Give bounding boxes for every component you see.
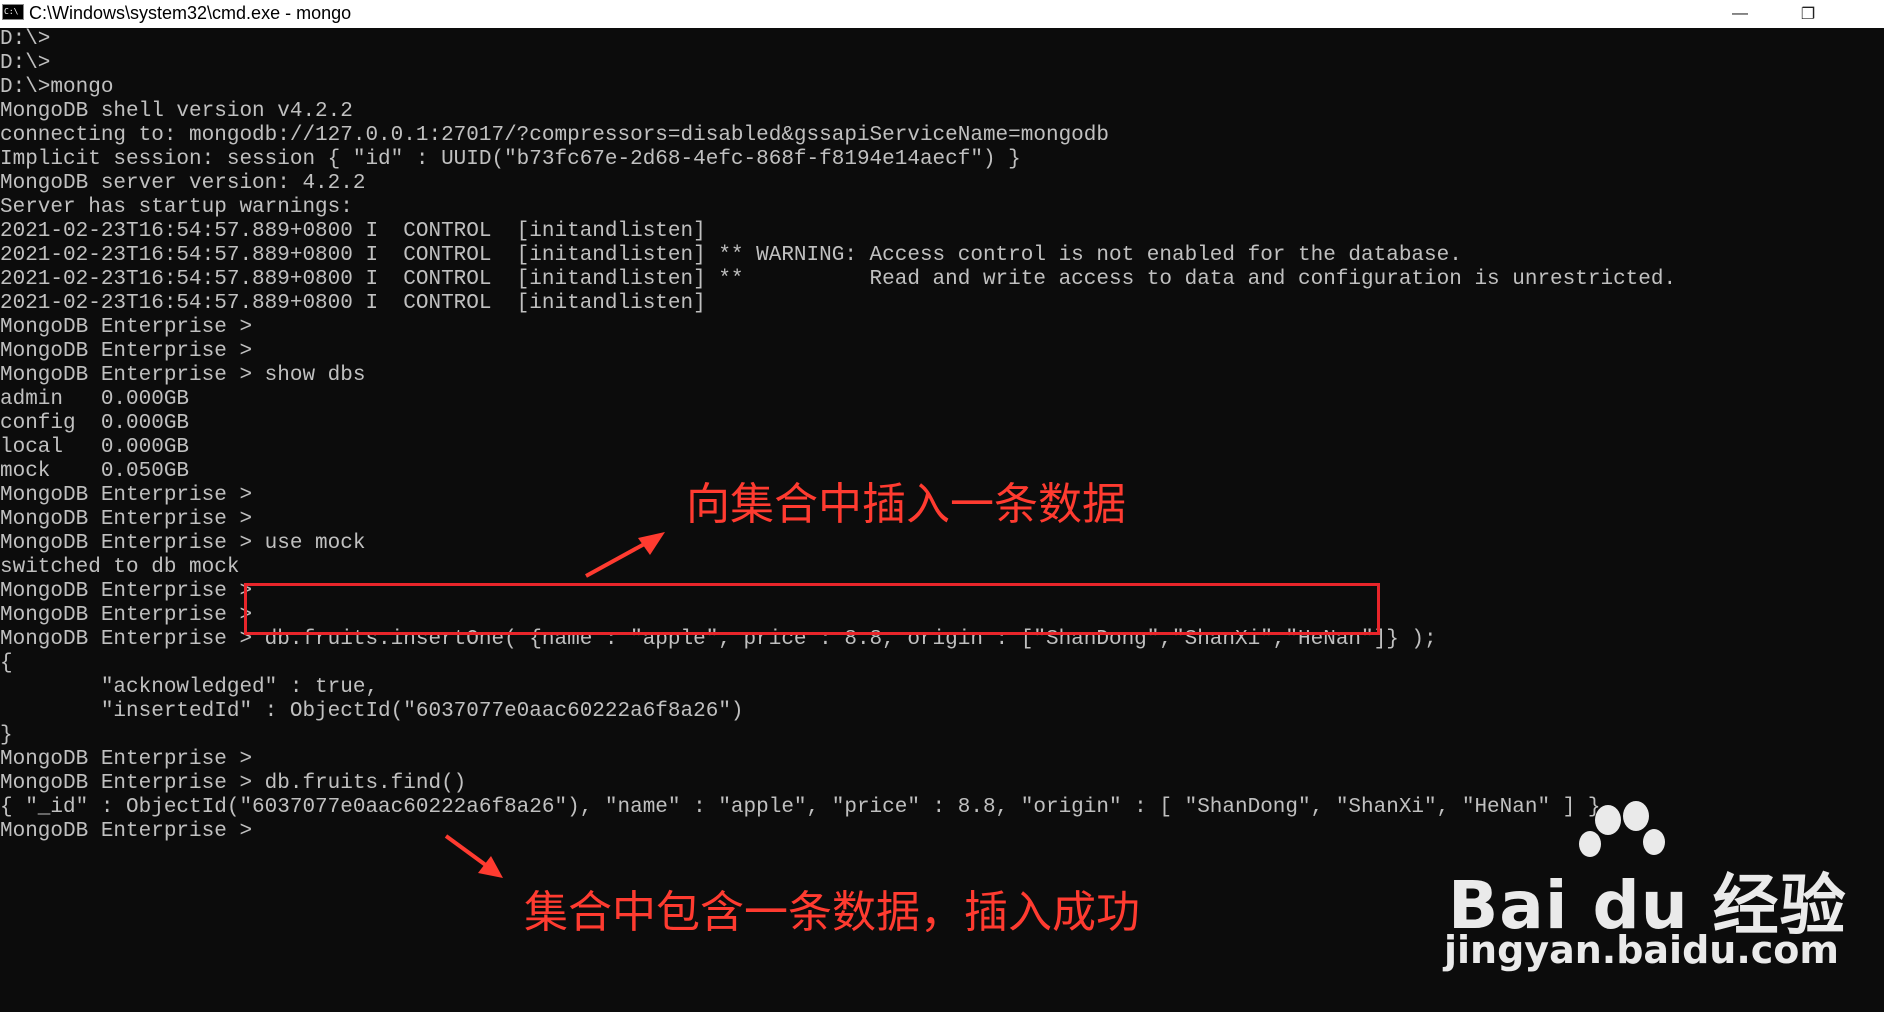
baidu-jingyan-watermark: Bai du 经验 jingyan.baidu.com xyxy=(1440,800,1860,980)
result-arrow-icon xyxy=(444,834,503,878)
watermark-url: jingyan.baidu.com xyxy=(1444,928,1839,972)
insert-arrow-icon xyxy=(585,532,665,578)
